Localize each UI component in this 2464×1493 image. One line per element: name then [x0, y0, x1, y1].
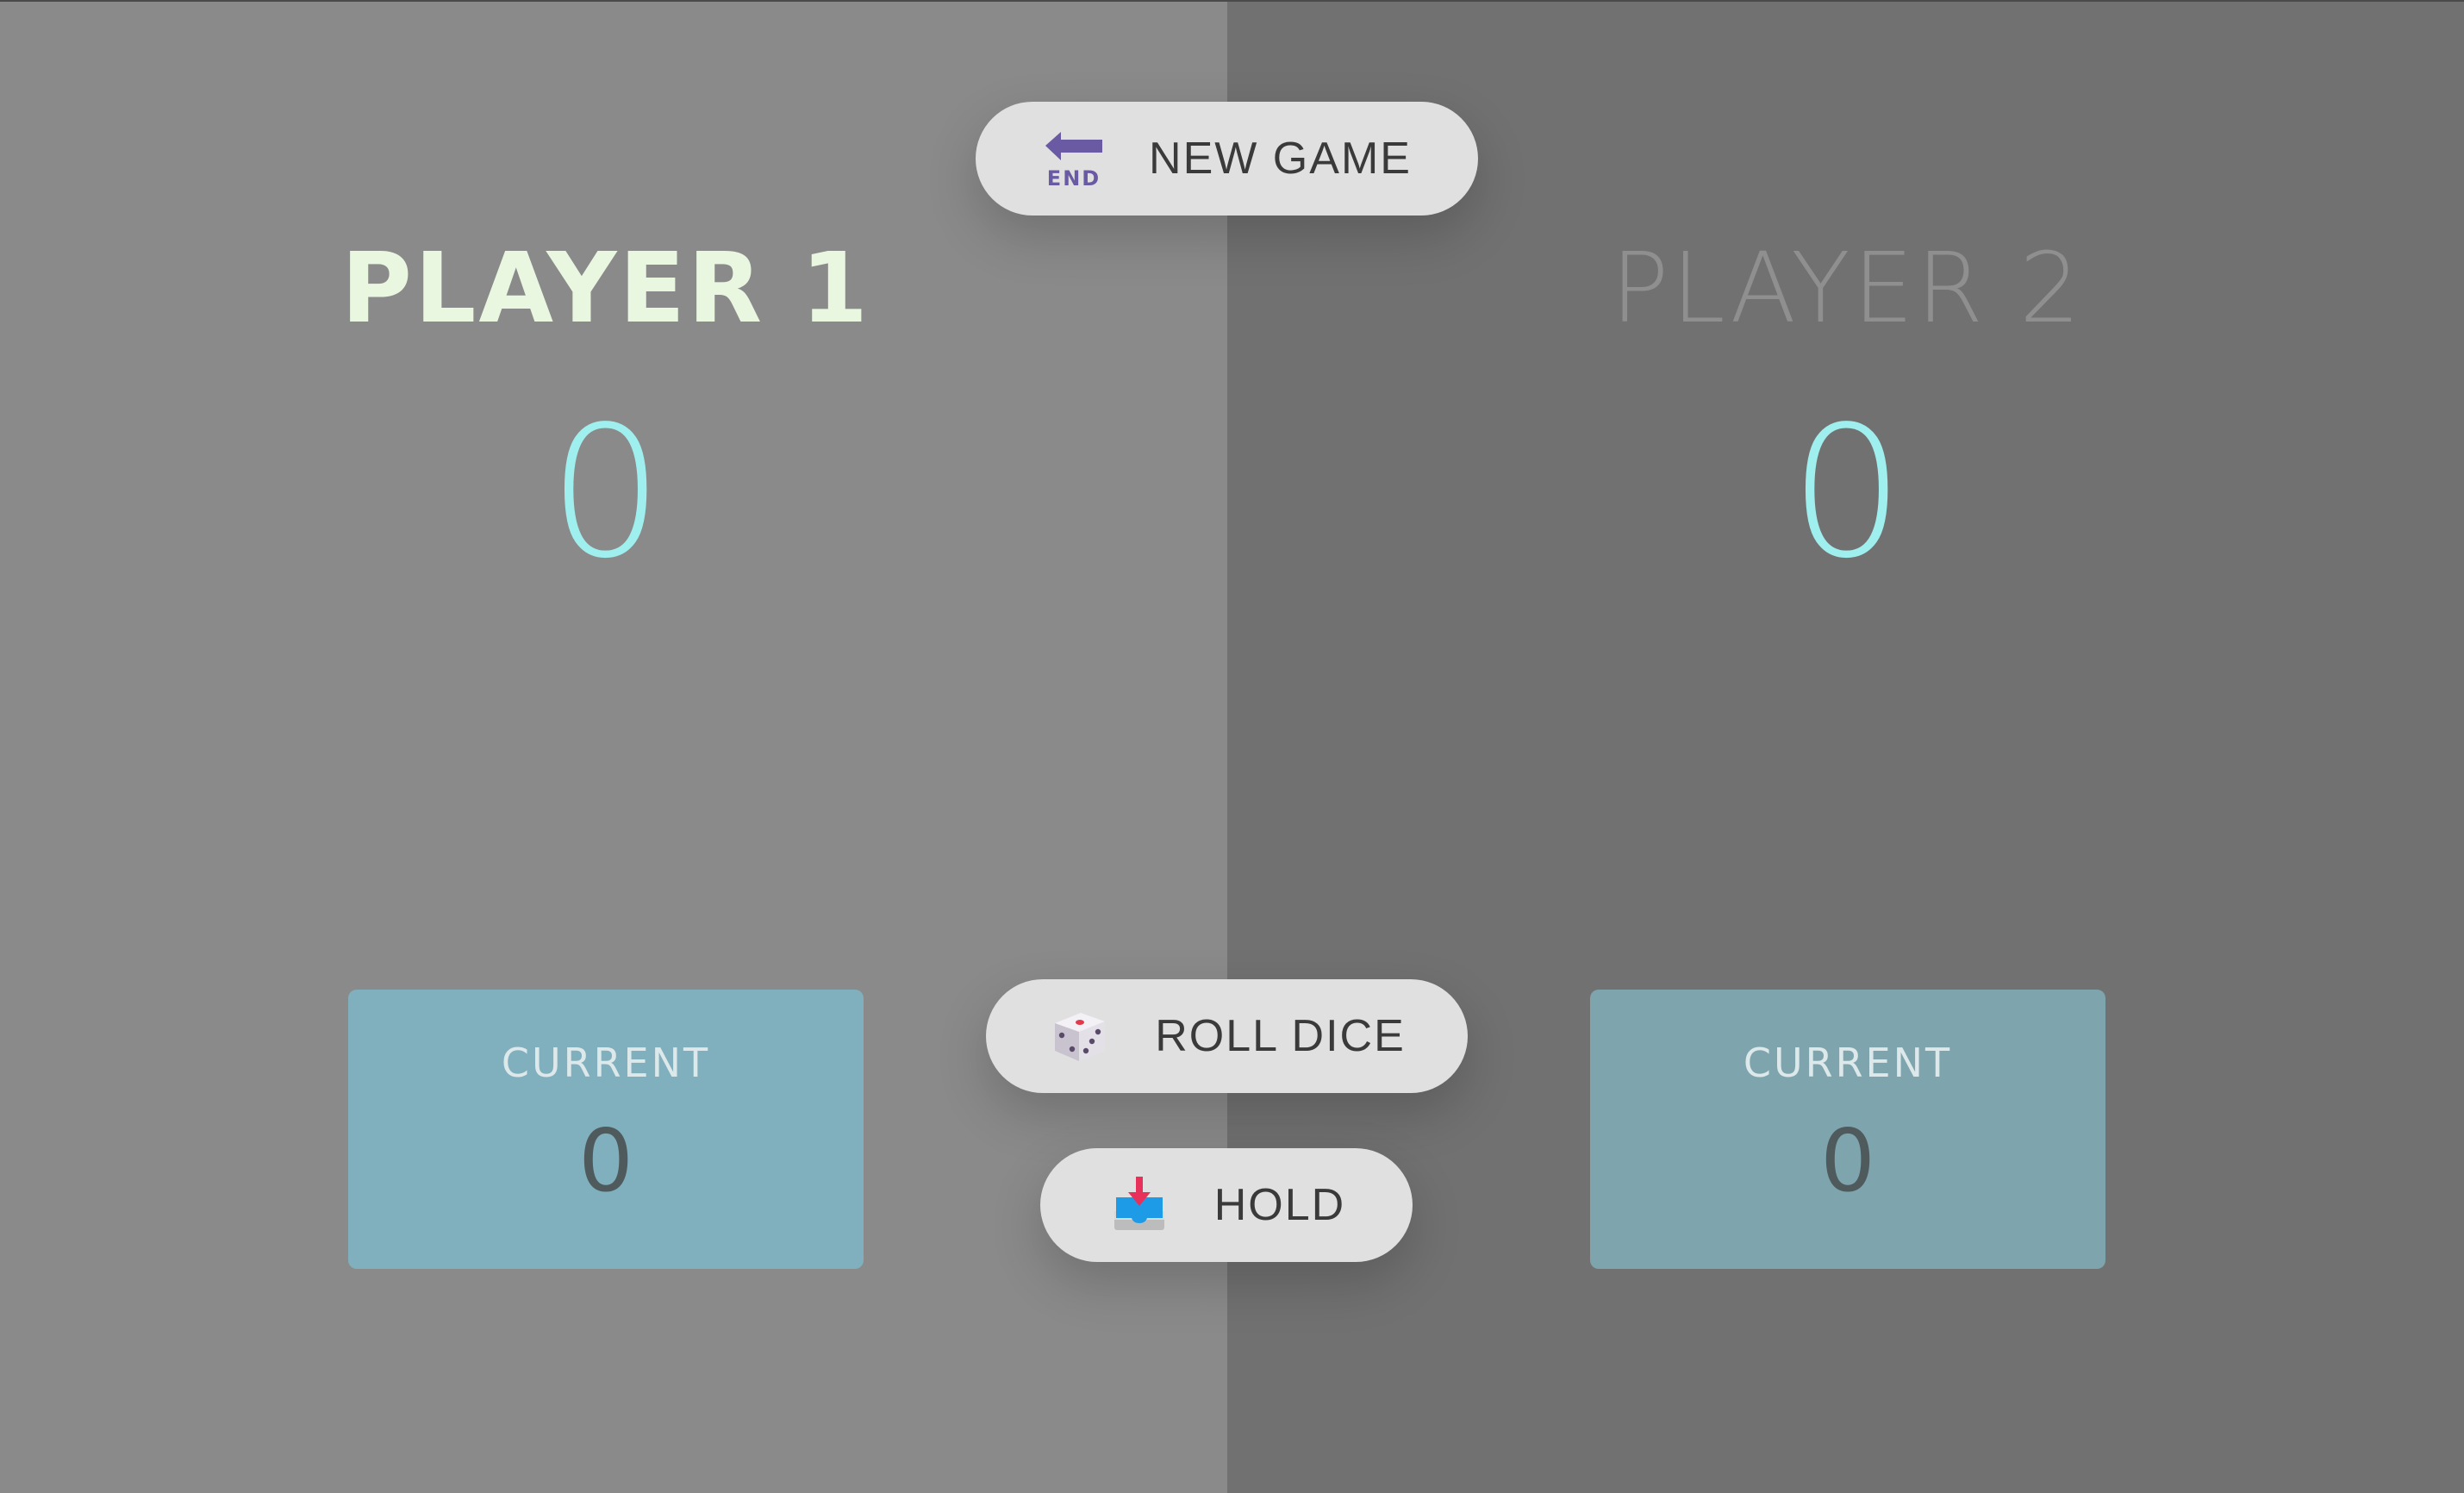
player-2-current-value: 0 — [1820, 1110, 1875, 1211]
new-game-button[interactable]: END NEW GAME — [976, 102, 1478, 216]
player-1-current-box: CURRENT 0 — [348, 990, 864, 1269]
roll-dice-button[interactable]: ROLL DICE — [986, 979, 1468, 1093]
player-1-panel — [0, 2, 1227, 1493]
dice-icon — [1048, 1004, 1112, 1068]
player-1-score: 0 — [548, 387, 664, 598]
player-1-current-value: 0 — [578, 1110, 633, 1211]
roll-dice-label: ROLL DICE — [1155, 1011, 1406, 1061]
pig-game-app: PLAYER 1 0 PLAYER 2 0 CURRENT 0 CURRENT … — [0, 0, 2464, 1493]
svg-text:END: END — [1047, 166, 1101, 191]
player-2-score: 0 — [1789, 387, 1905, 598]
end-arrow-icon: END — [1042, 127, 1106, 191]
player-2-current-label: CURRENT — [1743, 1040, 1953, 1086]
new-game-label: NEW GAME — [1149, 134, 1412, 184]
player-2-current-box: CURRENT 0 — [1590, 990, 2105, 1269]
inbox-tray-icon — [1107, 1173, 1171, 1237]
player-1-current-label: CURRENT — [501, 1040, 711, 1086]
hold-label: HOLD — [1213, 1180, 1346, 1230]
player-1-name: PLAYER 1 — [340, 233, 871, 345]
hold-button[interactable]: HOLD — [1040, 1148, 1413, 1262]
player-2-name: PLAYER 2 — [1610, 233, 2084, 345]
player-2-panel — [1227, 2, 2464, 1493]
